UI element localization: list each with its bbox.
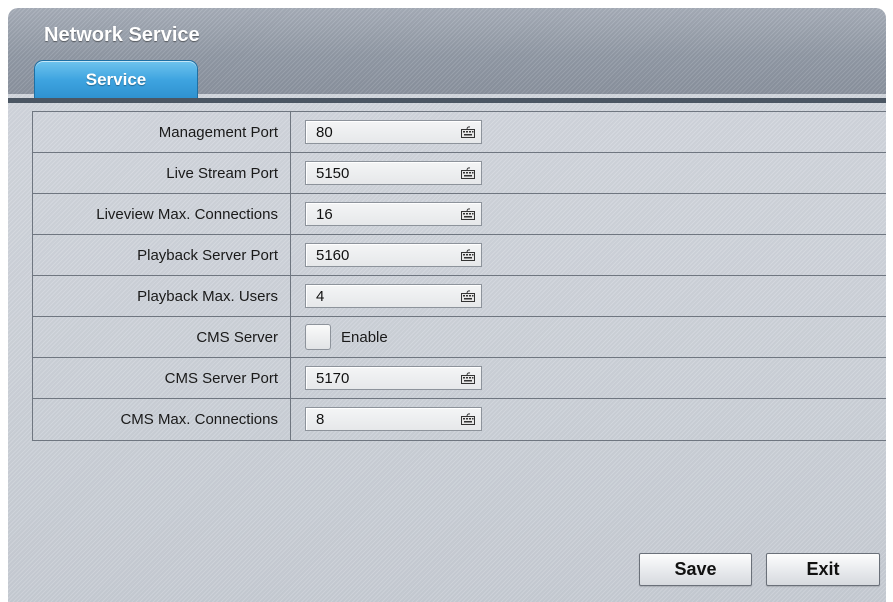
keyboard-icon[interactable] (461, 290, 475, 302)
title-bar: Network Service Service (8, 8, 886, 103)
liveview-max-connections-value: 16 (316, 206, 333, 223)
cms-max-connections-input[interactable]: 8 (305, 407, 482, 431)
settings-table: Management Port 80 Live Stream Port 5150… (32, 111, 886, 441)
playback-server-port-value: 5160 (316, 247, 350, 264)
live-stream-port-input[interactable]: 5150 (305, 161, 482, 185)
cms-server-label: CMS Server (33, 317, 291, 357)
settings-row-playback-max-users: Playback Max. Users 4 (33, 276, 886, 317)
live-stream-port-value: 5150 (316, 165, 350, 182)
playback-server-port-label: Playback Server Port (33, 235, 291, 275)
cms-server-port-input[interactable]: 5170 (305, 366, 482, 390)
settings-row-cms-server-port: CMS Server Port 5170 (33, 358, 886, 399)
liveview-max-connections-label: Liveview Max. Connections (33, 194, 291, 234)
management-port-value: 80 (316, 124, 333, 141)
keyboard-icon[interactable] (461, 126, 475, 138)
keyboard-icon[interactable] (461, 167, 475, 179)
keyboard-icon[interactable] (461, 413, 475, 425)
network-service-window: Network Service Service Management Port … (8, 8, 886, 602)
management-port-input[interactable]: 80 (305, 120, 482, 144)
settings-row-live-stream-port: Live Stream Port 5150 (33, 153, 886, 194)
liveview-max-connections-input[interactable]: 16 (305, 202, 482, 226)
cms-server-enable-label[interactable]: Enable (341, 317, 388, 358)
keyboard-icon[interactable] (461, 249, 475, 261)
settings-row-management-port: Management Port 80 (33, 112, 886, 153)
live-stream-port-label: Live Stream Port (33, 153, 291, 193)
cms-server-port-value: 5170 (316, 370, 350, 387)
playback-max-users-label: Playback Max. Users (33, 276, 291, 316)
window-title: Network Service (44, 24, 200, 46)
playback-max-users-input[interactable]: 4 (305, 284, 482, 308)
settings-row-playback-server-port: Playback Server Port 5160 (33, 235, 886, 276)
exit-button[interactable]: Exit (766, 553, 880, 586)
keyboard-icon[interactable] (461, 208, 475, 220)
settings-row-liveview-max-connections: Liveview Max. Connections 16 (33, 194, 886, 235)
cms-server-port-label: CMS Server Port (33, 358, 291, 398)
management-port-label: Management Port (33, 112, 291, 152)
settings-row-cms-max-connections: CMS Max. Connections 8 (33, 399, 886, 440)
keyboard-icon[interactable] (461, 372, 475, 384)
save-button[interactable]: Save (639, 553, 752, 586)
cms-server-enable-checkbox[interactable] (305, 324, 331, 350)
cms-max-connections-value: 8 (316, 411, 325, 428)
cms-max-connections-label: CMS Max. Connections (33, 399, 291, 440)
playback-max-users-value: 4 (316, 288, 325, 305)
settings-row-cms-server: CMS Server Enable (33, 317, 886, 358)
tab-service[interactable]: Service (34, 60, 198, 103)
playback-server-port-input[interactable]: 5160 (305, 243, 482, 267)
tab-underline (8, 98, 886, 103)
